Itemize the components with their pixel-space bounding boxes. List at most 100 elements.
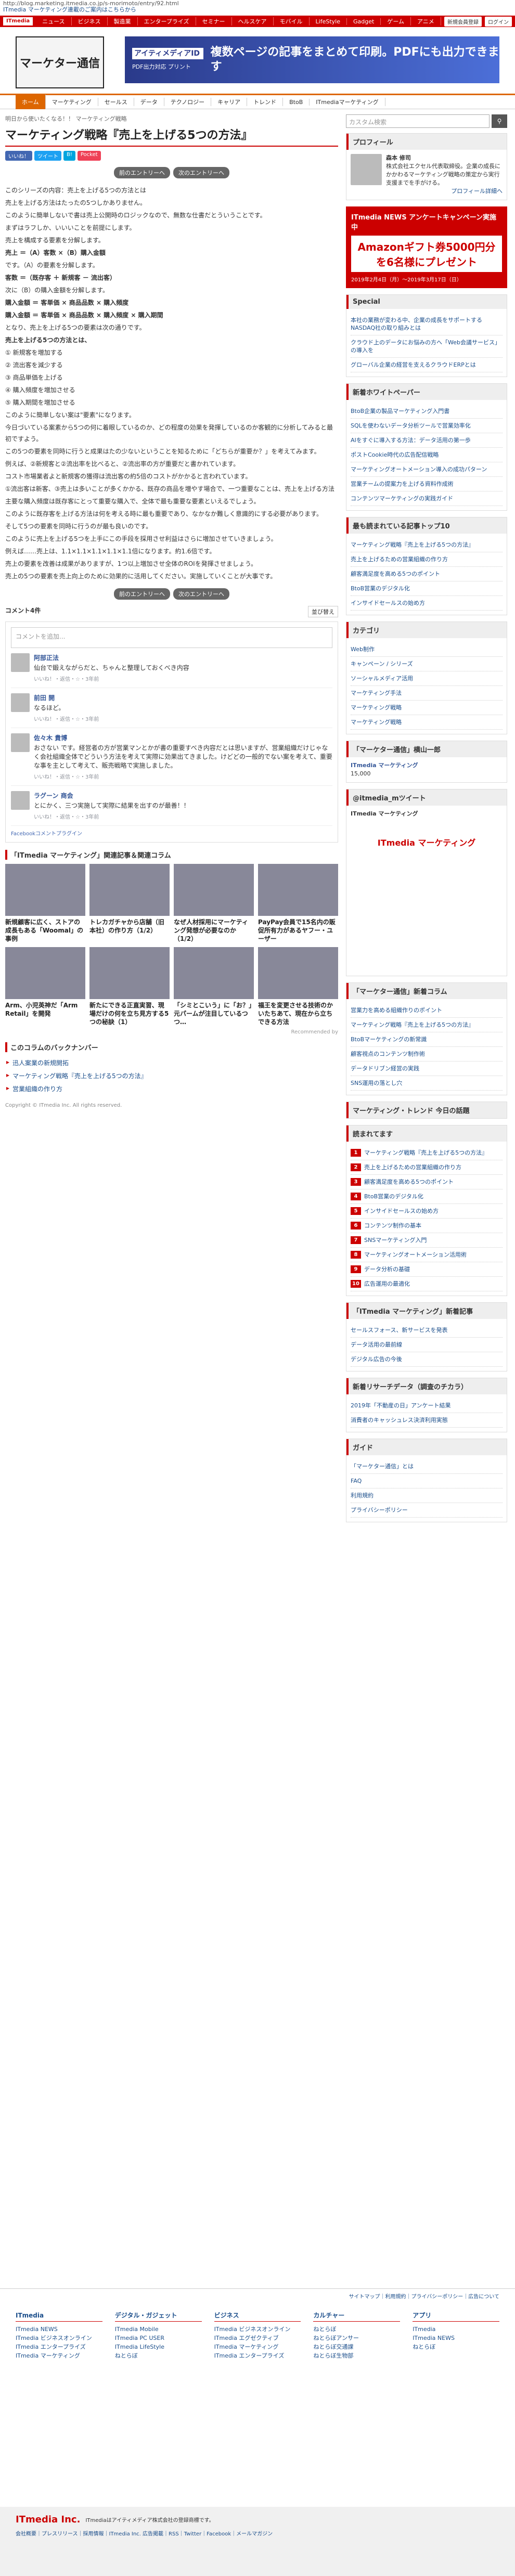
footer-link[interactable]: ITmedia マーケティング <box>214 2342 301 2351</box>
related-card-title[interactable]: トレカガチャから店舗（旧本社）の作り方（1/2） <box>89 918 170 935</box>
gnav-item[interactable]: ヘルスケア <box>232 17 274 25</box>
read-item-title[interactable]: インサイドセールスの始め方 <box>364 1208 439 1214</box>
related-thumbnail[interactable] <box>258 947 338 999</box>
breadcrumb[interactable]: 明日から使いたくなる！！ マーケティング戦略 <box>5 114 338 123</box>
read-item[interactable]: 7 SNSマーケティング入門 <box>351 1233 503 1248</box>
sort-select[interactable]: 並び替え <box>308 606 338 617</box>
guide-item[interactable]: 利用規約 <box>351 1488 503 1503</box>
whitepaper-item[interactable]: AIをすぐに導入する方法：データ活用の第一歩 <box>351 433 503 448</box>
new-column-item[interactable]: 営業力を高める組織作りのポイント <box>351 1003 503 1018</box>
whitepaper-item[interactable]: BtoB企業の製品マーケティング入門書 <box>351 404 503 419</box>
nav-item[interactable]: マーケティング <box>46 98 98 106</box>
footer-link[interactable]: ITmedia NEWS <box>413 2334 499 2342</box>
research-item[interactable]: 2019年「不動産の日」アンケート結果 <box>351 1399 503 1413</box>
header-banner[interactable]: アイティメディアID PDF出力対応 プリント 複数ページの記事をまとめて印刷。P… <box>125 36 499 83</box>
guide-item[interactable]: FAQ <box>351 1474 503 1488</box>
prev-entry-button[interactable]: 前のエントリーへ <box>114 588 170 600</box>
read-item[interactable]: 10 広告運用の最適化 <box>351 1277 503 1291</box>
avatar[interactable] <box>11 733 30 752</box>
avatar[interactable] <box>11 653 30 672</box>
read-item-title[interactable]: 広告運用の最適化 <box>364 1280 410 1287</box>
special-item[interactable]: クラウド上のデータにお悩みの方へ「Web会議サービス」の導入を <box>351 335 503 358</box>
read-item-title[interactable]: コンテンツ制作の基本 <box>364 1222 421 1229</box>
footer-link[interactable]: ITmedia LifeStyle <box>115 2342 202 2351</box>
ranking-item[interactable]: 売上を上げるための営業組織の作り方 <box>351 552 503 567</box>
read-item[interactable]: 4 BtoB営業のデジタル化 <box>351 1189 503 1204</box>
nav-item[interactable]: キャリア <box>211 98 248 106</box>
related-card-title[interactable]: Arm、小児英神だ「Arm Retail」を開発 <box>5 1001 85 1018</box>
twitter-handle[interactable]: ITmedia マーケティング <box>351 810 503 818</box>
gnav-item[interactable]: ビジネス <box>72 17 108 25</box>
new-column-item[interactable]: データドリブン経営の実践 <box>351 1062 503 1076</box>
gnav-item[interactable]: Gadget <box>347 18 381 25</box>
profile-more-link[interactable]: プロフィール詳細へ <box>386 187 503 196</box>
nav-home[interactable]: ホーム <box>16 95 46 109</box>
related-card[interactable]: トレカガチャから店舗（旧本社）の作り方（1/2） <box>89 864 170 943</box>
new-column-item[interactable]: マーケティング戦略『売上を上げる5つの方法』 <box>351 1018 503 1032</box>
related-card[interactable]: Arm、小児英神だ「Arm Retail」を開発 <box>5 947 85 1026</box>
related-thumbnail[interactable] <box>89 864 170 916</box>
related-card[interactable]: 新たにできる正直実習、現場だけの何を立ち見方する5つの秘訣（1） <box>89 947 170 1026</box>
read-item[interactable]: 1 マーケティング戦略『売上を上げる5つの方法』 <box>351 1146 503 1160</box>
campaign-ad[interactable]: ITmedia NEWS アンケートキャンペーン実施中 Amazonギフト券50… <box>346 206 507 288</box>
nav-item[interactable]: データ <box>134 98 164 106</box>
footer-link[interactable]: ねとらぼ <box>313 2325 400 2334</box>
new-column-item[interactable]: SNS運用の落とし穴 <box>351 1076 503 1091</box>
gnav-item[interactable]: エンタープライズ <box>138 17 196 25</box>
read-item[interactable]: 9 データ分析の基礎 <box>351 1262 503 1277</box>
itmedia-logo[interactable]: ITmedia <box>3 17 33 25</box>
tweet-button[interactable]: ツイート <box>34 151 61 161</box>
related-thumbnail[interactable] <box>5 947 85 999</box>
related-card-title[interactable]: PayPay会員で15名内の販促所有力があるヤフー・ユーザー <box>258 918 338 943</box>
read-item-title[interactable]: 顧客満足度を高める5つのポイント <box>364 1179 454 1185</box>
related-thumbnail[interactable] <box>174 947 254 999</box>
ranking-item[interactable]: BtoB営業のデジタル化 <box>351 581 503 596</box>
footer-link[interactable]: ねとらぼ交通課 <box>313 2342 400 2351</box>
read-item[interactable]: 8 マーケティングオートメーション活用術 <box>351 1248 503 1262</box>
itm-column-item[interactable]: セールスフォース、新サービスを発表 <box>351 1323 503 1338</box>
footer-link[interactable]: ITmedia エンタープライズ <box>214 2351 301 2360</box>
related-card-title[interactable]: 福王を変更させる技術のかいたちあて、現在から立ちできる方法 <box>258 1001 338 1026</box>
read-item[interactable]: 2 売上を上げるための営業組織の作り方 <box>351 1160 503 1175</box>
page-url[interactable]: http://blog.marketing.itmedia.co.jp/s-mo… <box>3 1 512 6</box>
footer-link[interactable]: ねとらぼアンサー <box>313 2334 400 2342</box>
backnumber-item[interactable]: 営業組織の作り方 <box>5 1082 338 1095</box>
footer-links[interactable]: サイトマップ｜利用規約｜プライバシーポリシー｜広告について <box>0 2289 515 2303</box>
site-logo[interactable]: マーケター通信 <box>16 36 104 88</box>
whitepaper-item[interactable]: マーケティングオートメーション導入の成功パターン <box>351 462 503 477</box>
comment-author[interactable]: 前田 開 <box>34 693 99 702</box>
new-column-item[interactable]: 顧客視点のコンテンツ制作術 <box>351 1047 503 1062</box>
backnumber-item[interactable]: マーケティング戦略『売上を上げる5つの方法』 <box>5 1069 338 1082</box>
footer-link[interactable]: ねとらぼ生物部 <box>313 2351 400 2360</box>
related-card[interactable]: 福王を変更させる技術のかいたちあて、現在から立ちできる方法 <box>258 947 338 1026</box>
ranking-item[interactable]: マーケティング戦略『売上を上げる5つの方法』 <box>351 538 503 552</box>
nav-item[interactable]: ITmediaマーケティング <box>310 98 385 106</box>
related-card-title[interactable]: 新たにできる正直実習、現場だけの何を立ち見方する5つの秘訣（1） <box>89 1001 170 1026</box>
search-icon[interactable]: ⚲ <box>492 114 507 128</box>
footer-link[interactable]: ITmedia Mobile <box>115 2325 202 2334</box>
footer-link[interactable]: ITmedia ビジネスオンライン <box>16 2334 102 2342</box>
guide-item[interactable]: プライバシーポリシー <box>351 1503 503 1518</box>
login-button[interactable]: ログイン <box>485 16 512 27</box>
ranking-item[interactable]: 顧客満足度を高める5つのポイント <box>351 567 503 581</box>
read-item[interactable]: 3 顧客満足度を高める5つのポイント <box>351 1175 503 1189</box>
related-thumbnail[interactable] <box>89 947 170 999</box>
related-card[interactable]: 新規顧客に広く、ストアの成長もある「Woomal」の事例 <box>5 864 85 943</box>
register-button[interactable]: 新規会員登録 <box>444 16 482 27</box>
related-card-title[interactable]: 新規顧客に広く、ストアの成長もある「Woomal」の事例 <box>5 918 85 943</box>
related-card[interactable]: なぜ人材採用にマーケティング発想が必要なのか（1/2） <box>174 864 254 943</box>
pocket-button[interactable]: Pocket <box>77 151 101 161</box>
comment-meta[interactable]: いいね！・返信・☆・3年前 <box>34 715 99 722</box>
whitepaper-item[interactable]: コンテンツマーケティングの実践ガイド <box>351 491 503 506</box>
footer-link[interactable]: ねとらぼ <box>413 2342 499 2351</box>
footer-link[interactable]: ITmedia <box>413 2325 499 2334</box>
next-entry-button[interactable]: 次のエントリーへ <box>173 588 229 600</box>
whitepaper-item[interactable]: 営業チームの提案力を上げる資料作成術 <box>351 477 503 491</box>
itm-column-item[interactable]: データ活用の最前線 <box>351 1338 503 1352</box>
category-item[interactable]: マーケティング戦略 <box>351 701 503 715</box>
footer-link[interactable]: ねとらぼ <box>115 2351 202 2360</box>
footer-link[interactable]: ITmedia PC USER <box>115 2334 202 2342</box>
read-item-title[interactable]: データ分析の基礎 <box>364 1266 410 1273</box>
search-input[interactable]: カスタム検索 <box>346 114 490 128</box>
next-entry-button[interactable]: 次のエントリーへ <box>173 167 229 178</box>
